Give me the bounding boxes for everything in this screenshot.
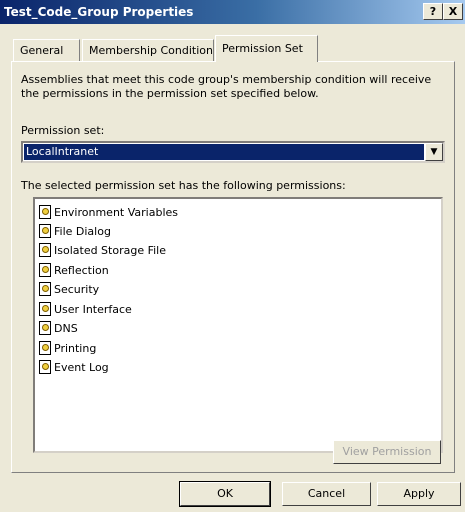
properties-dialog: Test_Code_Group Properties ? X General M… — [0, 0, 465, 512]
list-item[interactable]: File Dialog — [39, 223, 111, 241]
list-item[interactable]: Security — [39, 281, 99, 299]
permission-key-icon — [39, 341, 51, 355]
view-permission-button[interactable]: View Permission — [333, 440, 441, 464]
permission-set-dropdown[interactable]: LocalIntranet ▼ — [21, 141, 445, 163]
permission-key-icon — [39, 302, 51, 316]
tab-permission-set[interactable]: Permission Set — [215, 35, 318, 62]
permission-key-icon — [39, 282, 51, 296]
cancel-button[interactable]: Cancel — [282, 482, 371, 506]
description-text: Assemblies that meet this code group's m… — [21, 73, 432, 100]
list-item-label: Reflection — [54, 264, 109, 277]
permission-key-icon — [39, 360, 51, 374]
permission-set-value: LocalIntranet — [24, 144, 424, 160]
tab-general-label: General — [20, 44, 64, 57]
list-item-label: Security — [54, 283, 100, 296]
list-item[interactable]: Printing — [39, 340, 96, 358]
permission-key-icon — [39, 243, 51, 257]
close-button[interactable]: X — [443, 3, 463, 20]
ok-button[interactable]: OK — [179, 481, 271, 507]
list-item[interactable]: DNS — [39, 320, 78, 338]
tab-membership-condition[interactable]: Membership Condition — [82, 39, 214, 61]
tab-strip: General Membership Condition Permission … — [0, 35, 465, 62]
tab-membership-condition-label: Membership Condition — [89, 44, 213, 57]
permission-key-icon — [39, 224, 51, 238]
permission-key-icon — [39, 263, 51, 277]
list-item-label: Event Log — [54, 361, 109, 374]
permission-key-icon — [39, 321, 51, 335]
list-item-label: Printing — [54, 342, 97, 355]
list-item[interactable]: Environment Variables — [39, 204, 178, 222]
tab-general[interactable]: General — [13, 39, 80, 61]
list-item[interactable]: User Interface — [39, 301, 132, 319]
list-item-label: Environment Variables — [54, 206, 179, 219]
chevron-down-icon[interactable]: ▼ — [425, 143, 443, 161]
list-item-label: DNS — [54, 322, 78, 335]
permission-set-label: Permission set: — [21, 124, 105, 137]
list-item-label: Isolated Storage File — [54, 244, 167, 257]
list-item-label: File Dialog — [54, 225, 111, 238]
window-title: Test_Code_Group Properties — [4, 5, 194, 19]
permissions-list[interactable]: Environment Variables File Dialog Isolat… — [33, 197, 443, 453]
list-item[interactable]: Isolated Storage File — [39, 242, 166, 260]
tab-permission-set-label: Permission Set — [222, 42, 303, 55]
permissions-list-label: The selected permission set has the foll… — [21, 179, 346, 192]
list-item[interactable]: Event Log — [39, 359, 109, 377]
help-button[interactable]: ? — [423, 3, 443, 20]
list-item-label: User Interface — [54, 303, 132, 316]
permission-key-icon — [39, 205, 51, 219]
list-item[interactable]: Reflection — [39, 262, 109, 280]
title-bar[interactable]: Test_Code_Group Properties ? X — [0, 0, 465, 24]
apply-button[interactable]: Apply — [377, 482, 461, 506]
